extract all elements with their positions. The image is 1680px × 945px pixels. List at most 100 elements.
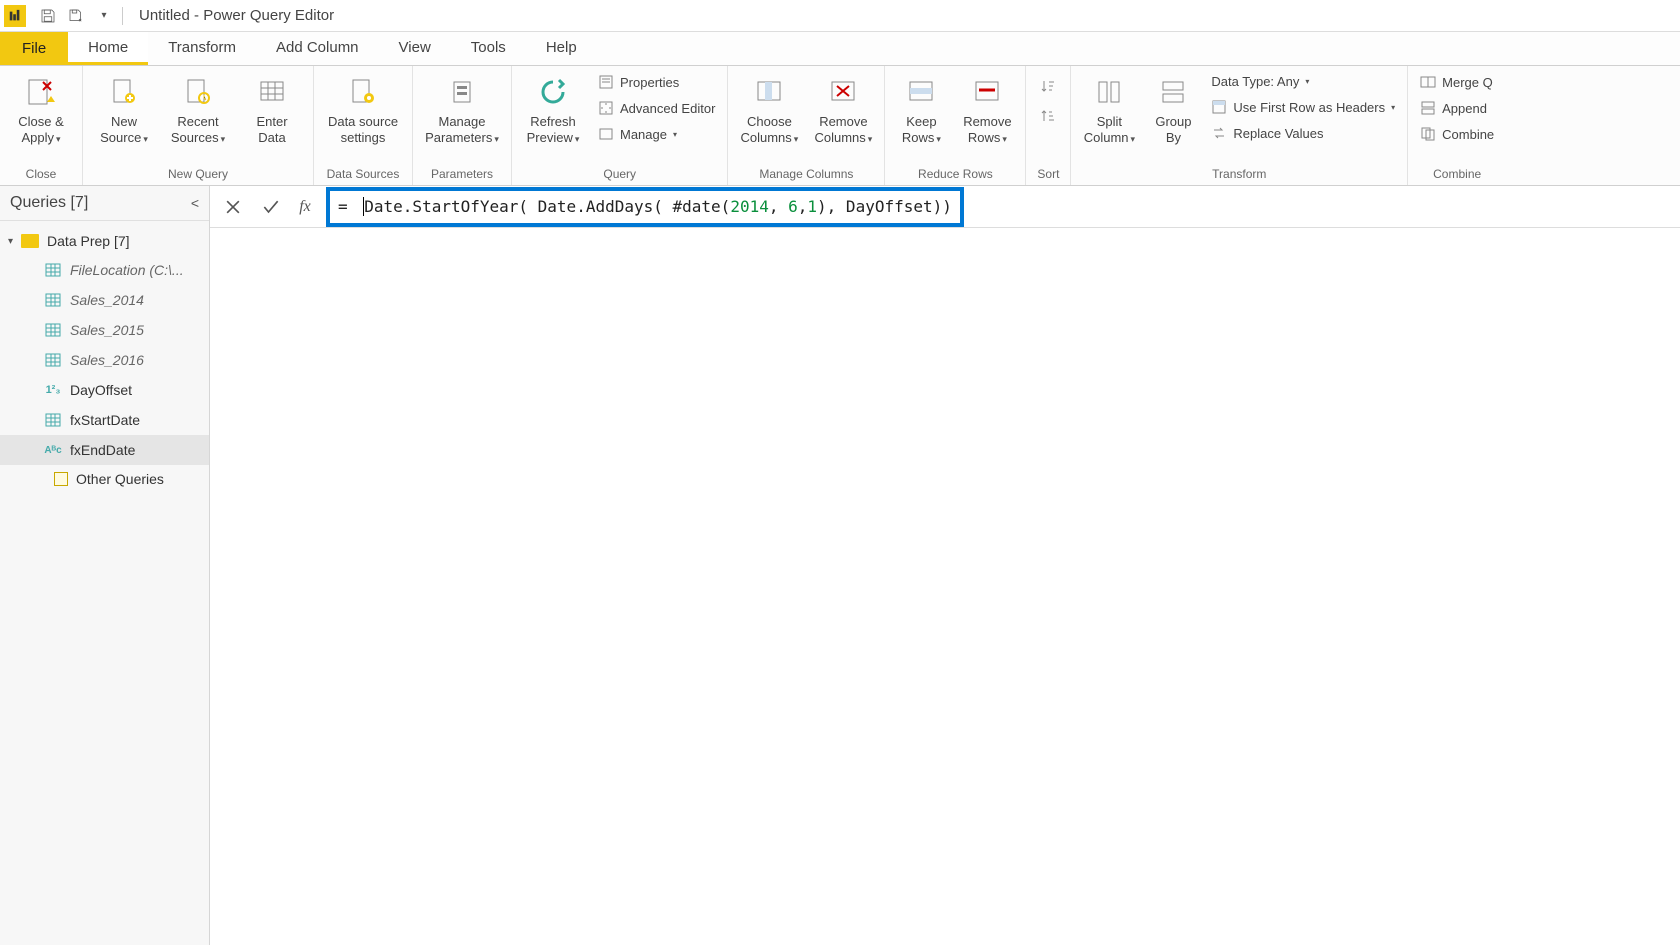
manage-parameters-button[interactable]: Manage Parameters▾ — [419, 70, 505, 151]
group-query: Refresh Preview▾ Properties Advanced Edi… — [512, 66, 728, 185]
group-new-query: New Source▾ Recent Sources▾ Enter Data N… — [83, 66, 314, 185]
query-item-label: fxStartDate — [70, 412, 140, 428]
formula-eq: = — [338, 197, 357, 216]
tab-add-column[interactable]: Add Column — [256, 32, 379, 65]
merge-label: Merge Q — [1442, 75, 1493, 90]
group-data-sources: Data source settings Data Sources — [314, 66, 413, 185]
folder-icon — [54, 472, 68, 486]
app-icon — [4, 5, 26, 27]
query-item-fxstartdate[interactable]: fxStartDate — [0, 405, 209, 435]
table-icon — [44, 261, 62, 279]
merge-queries-button[interactable]: Merge Q — [1414, 72, 1500, 92]
data-source-settings-button[interactable]: Data source settings — [320, 70, 406, 151]
query-item-filelocation[interactable]: FileLocation (C:\... — [0, 255, 209, 285]
manage-button[interactable]: Manage▾ — [592, 124, 721, 144]
headers-icon — [1211, 99, 1227, 115]
enter-data-label: Enter Data — [256, 114, 287, 147]
close-apply-button[interactable]: Close & Apply▾ — [6, 70, 76, 151]
save-as-icon[interactable] — [64, 4, 88, 28]
queries-tree: ▾ Data Prep [7] FileLocation (C:\... Sal… — [0, 221, 209, 499]
remove-rows-icon — [969, 74, 1005, 110]
abc-icon: Aᴮc — [44, 441, 62, 459]
check-icon — [261, 197, 281, 217]
queries-header: Queries [7] < — [0, 186, 209, 221]
query-item-sales2016[interactable]: Sales_2016 — [0, 345, 209, 375]
choose-columns-button[interactable]: Choose Columns▾ — [734, 70, 804, 151]
remove-columns-icon — [825, 74, 861, 110]
ribbon-tabs: File Home Transform Add Column View Tool… — [0, 32, 1680, 66]
tab-transform[interactable]: Transform — [148, 32, 256, 65]
tab-view[interactable]: View — [379, 32, 451, 65]
tab-tools[interactable]: Tools — [451, 32, 526, 65]
remove-columns-button[interactable]: Remove Columns▾ — [808, 70, 878, 151]
formula-cancel-button[interactable] — [214, 190, 252, 224]
query-item-sales2014[interactable]: Sales_2014 — [0, 285, 209, 315]
query-group-label: Data Prep [7] — [47, 233, 130, 249]
formula-commit-button[interactable] — [252, 190, 290, 224]
properties-button[interactable]: Properties — [592, 72, 721, 92]
group-combine: Merge Q Append Combine Combine — [1408, 66, 1506, 185]
group-by-icon — [1155, 74, 1191, 110]
group-sort: Sort — [1026, 66, 1071, 185]
combine-files-button[interactable]: Combine — [1414, 124, 1500, 144]
query-item-label: fxEndDate — [70, 442, 135, 458]
qat-dropdown-icon[interactable]: ▾ — [92, 4, 116, 28]
combine-label: Combine — [1442, 127, 1494, 142]
collapse-pane-icon[interactable]: < — [191, 195, 199, 211]
keep-rows-button[interactable]: Keep Rows▾ — [891, 70, 951, 151]
choose-columns-icon — [751, 74, 787, 110]
new-source-button[interactable]: New Source▾ — [89, 70, 159, 151]
properties-icon — [598, 74, 614, 90]
query-item-label: Sales_2015 — [70, 322, 144, 338]
advanced-editor-label: Advanced Editor — [620, 101, 715, 116]
split-column-button[interactable]: Split Column▾ — [1077, 70, 1141, 151]
group-reduce-rows-label: Reduce Rows — [891, 165, 1019, 183]
save-icon[interactable] — [36, 4, 60, 28]
enter-data-button[interactable]: Enter Data — [237, 70, 307, 151]
query-item-sales2015[interactable]: Sales_2015 — [0, 315, 209, 345]
replace-icon — [1211, 125, 1227, 141]
tab-home[interactable]: Home — [68, 32, 148, 65]
group-transform-label: Transform — [1077, 165, 1401, 183]
query-item-dayoffset[interactable]: 1²₃ DayOffset — [0, 375, 209, 405]
group-data-sources-label: Data Sources — [320, 165, 406, 183]
tab-file[interactable]: File — [0, 32, 68, 65]
remove-rows-button[interactable]: Remove Rows▾ — [955, 70, 1019, 151]
manage-label: Manage — [620, 127, 667, 142]
formula-seg2: ), DayOffset)) — [817, 197, 952, 216]
window-title: Untitled - Power Query Editor — [139, 7, 334, 24]
recent-sources-label: Recent Sources — [171, 114, 219, 145]
group-combine-label: Combine — [1414, 165, 1500, 183]
fx-icon[interactable]: fx — [290, 198, 320, 216]
refresh-preview-button[interactable]: Refresh Preview▾ — [518, 70, 588, 151]
append-queries-button[interactable]: Append — [1414, 98, 1500, 118]
tab-help[interactable]: Help — [526, 32, 597, 65]
replace-values-button[interactable]: Replace Values — [1205, 123, 1401, 143]
group-sort-label: Sort — [1032, 165, 1064, 183]
query-group-label: Other Queries — [76, 471, 164, 487]
data-type-button[interactable]: Data Type: Any▾ — [1205, 72, 1401, 91]
group-transform: Split Column▾ Group By Data Type: Any▾ U… — [1071, 66, 1408, 185]
choose-columns-label: Choose Columns — [740, 114, 791, 145]
group-by-button[interactable]: Group By — [1145, 70, 1201, 151]
queries-header-label: Queries [7] — [10, 194, 88, 212]
advanced-editor-icon — [598, 100, 614, 116]
query-group-data-prep[interactable]: ▾ Data Prep [7] — [0, 227, 209, 255]
manage-parameters-label: Manage Parameters — [425, 114, 492, 145]
first-row-headers-button[interactable]: Use First Row as Headers▾ — [1205, 97, 1401, 117]
group-parameters: Manage Parameters▾ Parameters — [413, 66, 512, 185]
recent-sources-button[interactable]: Recent Sources▾ — [163, 70, 233, 151]
append-icon — [1420, 100, 1436, 116]
ribbon: Close & Apply▾ Close New Source▾ Recent … — [0, 66, 1680, 186]
formula-input[interactable]: = Date.StartOfYear( Date.AddDays( #date(… — [338, 197, 952, 216]
folder-icon — [21, 234, 39, 248]
sort-asc-button[interactable] — [1036, 74, 1060, 98]
formula-sep2: , — [798, 197, 808, 216]
new-source-icon — [106, 74, 142, 110]
sort-desc-button[interactable] — [1036, 104, 1060, 128]
query-item-fxenddate[interactable]: Aᴮc fxEndDate — [0, 435, 209, 465]
advanced-editor-button[interactable]: Advanced Editor — [592, 98, 721, 118]
query-group-other[interactable]: Other Queries — [0, 465, 209, 493]
query-item-label: Sales_2016 — [70, 352, 144, 368]
query-item-label: DayOffset — [70, 382, 132, 398]
